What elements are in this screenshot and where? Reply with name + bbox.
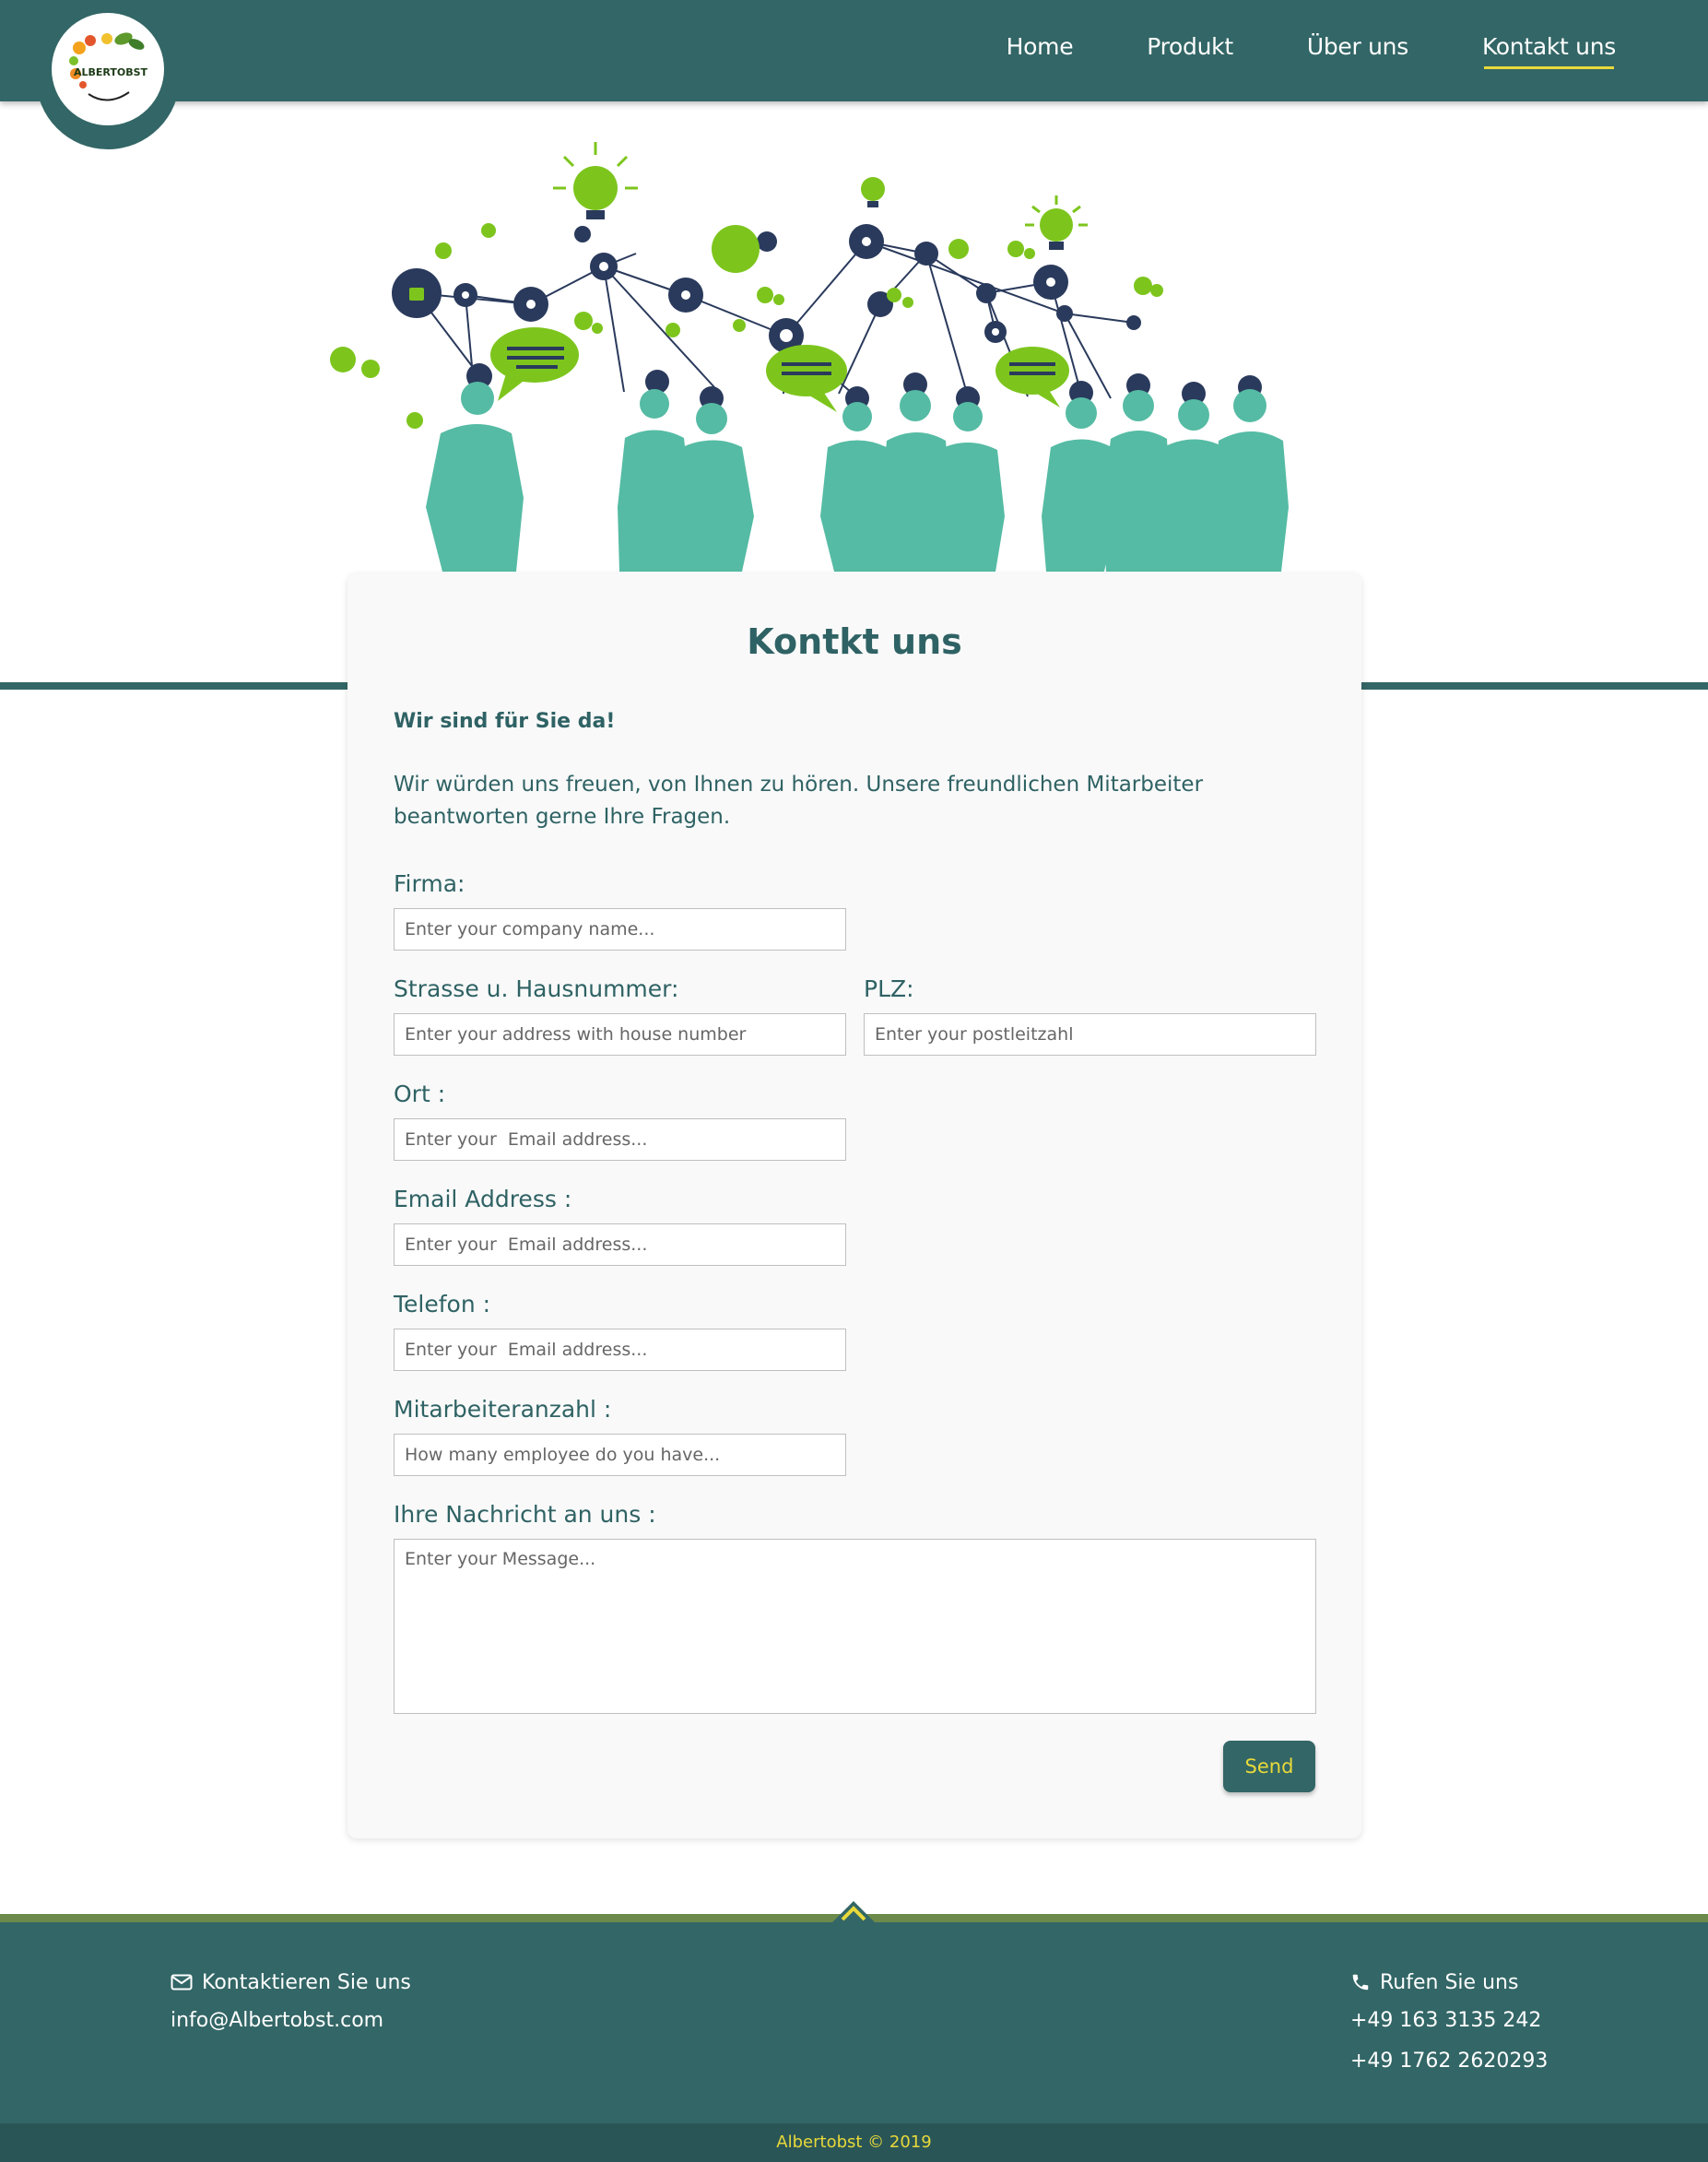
logo-image: ALBERTOBST (52, 13, 164, 125)
telefon-label: Telefon : (394, 1291, 491, 1317)
phone-icon (1352, 1974, 1369, 1991)
logo[interactable]: ALBERTOBST (36, 0, 180, 149)
footer-email-heading: Kontaktieren Sie uns (202, 1970, 411, 1994)
footer-phone-1[interactable]: +49 163 3135 242 (1350, 2009, 1548, 2037)
nachricht-label: Ihre Nachricht an uns : (394, 1501, 656, 1528)
footer-email-link[interactable]: info@Albertobst.com (171, 2009, 383, 2032)
mitarbeiter-label: Mitarbeiteranzahl : (394, 1396, 612, 1423)
nachricht-textarea[interactable] (394, 1539, 1316, 1714)
mitarbeiter-input[interactable] (394, 1434, 846, 1476)
telefon-input[interactable] (394, 1329, 846, 1371)
band-line-right (1361, 682, 1708, 690)
footer-contact-email: Kontaktieren Sie uns info@Albertobst.com (171, 1968, 411, 2037)
nav-produkt[interactable]: Produkt (1147, 33, 1233, 60)
email-input[interactable] (394, 1223, 846, 1266)
copyright-bar: Albertobst © 2019 (0, 2123, 1708, 2162)
strasse-input[interactable] (394, 1013, 846, 1056)
strasse-label: Strasse u. Hausnummer: (394, 975, 679, 1002)
mail-icon (171, 1974, 193, 1991)
svg-text:ALBERTOBST: ALBERTOBST (74, 66, 148, 78)
ort-label: Ort : (394, 1081, 446, 1107)
nav-home[interactable]: Home (1007, 33, 1074, 60)
scroll-to-top-button[interactable] (830, 1897, 878, 1925)
band-line-left (0, 682, 347, 690)
chevron-up-icon (830, 1901, 878, 1925)
nav-kontakt-uns[interactable]: Kontakt uns (1482, 33, 1616, 69)
plz-label: PLZ: (864, 975, 914, 1002)
intro-heading: Wir sind für Sie da! (394, 710, 616, 733)
copyright-text: Albertobst © 2019 (776, 2132, 932, 2152)
main-nav: Home Produkt Über uns Kontakt uns (933, 33, 1616, 69)
send-button[interactable]: Send (1223, 1741, 1315, 1792)
hero-illustration (323, 129, 1383, 572)
footer-contact-phone: Rufen Sie uns +49 163 3135 242 +49 1762 … (1350, 1968, 1548, 2077)
contact-card: Kontkt uns Wir sind für Sie da! Wir würd… (347, 573, 1361, 1838)
footer-phone-2[interactable]: +49 1762 2620293 (1350, 2050, 1548, 2077)
footer-phone-heading: Rufen Sie uns (1380, 1970, 1519, 1994)
firma-label: Firma: (394, 870, 465, 897)
page-title: Kontkt uns (747, 621, 962, 662)
ort-input[interactable] (394, 1118, 846, 1161)
intro-text: Wir würden uns freuen, von Ihnen zu höre… (394, 773, 1204, 829)
firma-input[interactable] (394, 908, 846, 951)
nav-ueber-uns[interactable]: Über uns (1307, 33, 1408, 60)
email-label: Email Address : (394, 1186, 572, 1212)
plz-input[interactable] (864, 1013, 1316, 1056)
